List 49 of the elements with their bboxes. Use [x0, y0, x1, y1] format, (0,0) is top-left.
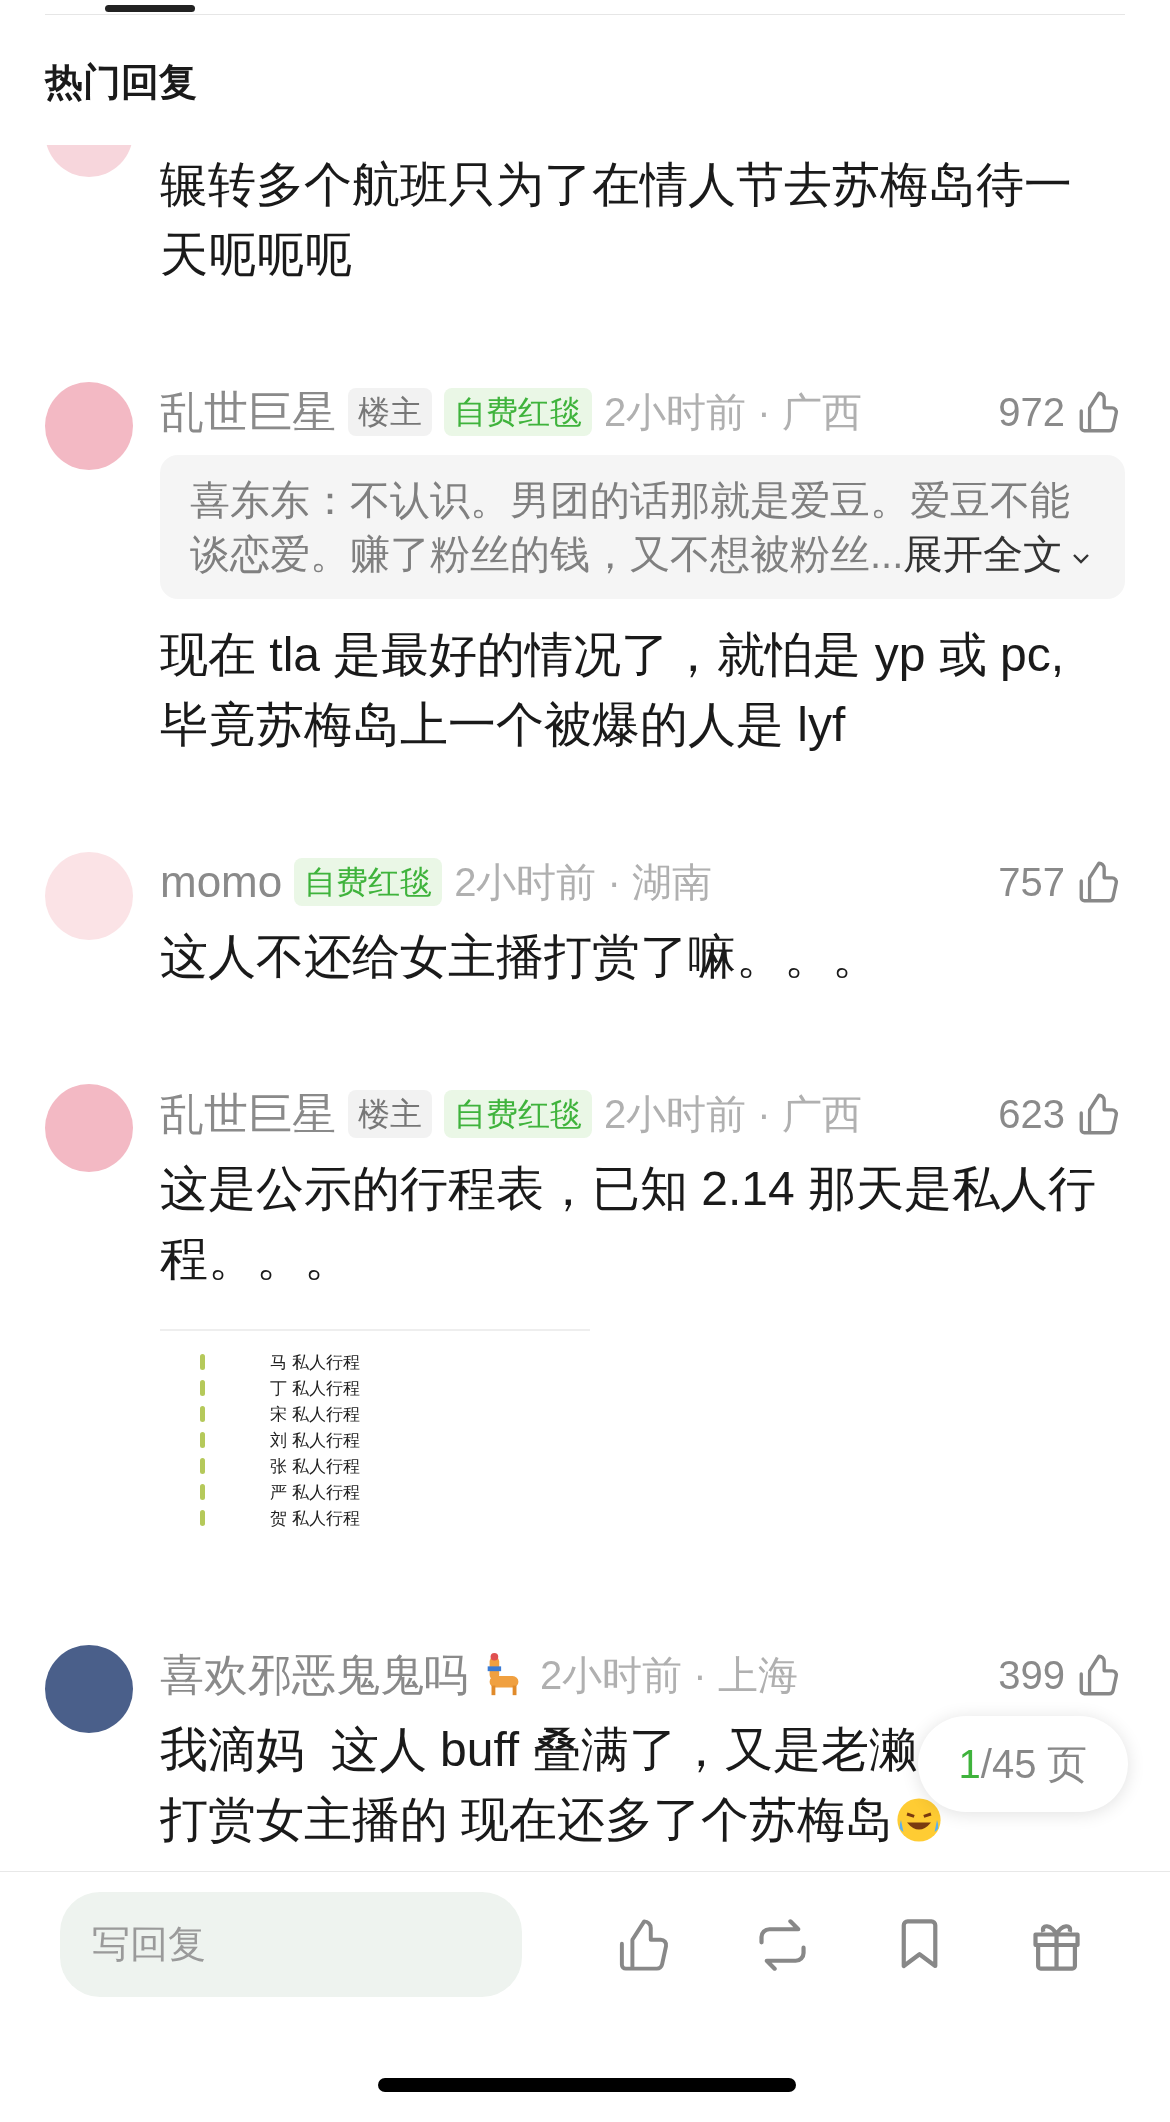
page-indicator[interactable]: 1/45 页 [918, 1716, 1128, 1812]
schedule-marker [200, 1432, 205, 1448]
comment-text: 辗转多个航班只为了在情人节去苏梅岛待一 [160, 157, 1072, 213]
username[interactable]: 乱世巨星 [160, 1084, 336, 1144]
schedule-marker [200, 1484, 205, 1500]
comment-text: 这人不还给女主播打赏了嘛。。。 [160, 929, 880, 985]
schedule-entry: 马 私人行程 [270, 1351, 360, 1374]
schedule-marker [200, 1406, 205, 1422]
comment-text: 程。。。 [160, 1231, 352, 1287]
schedule-marker [200, 1510, 205, 1526]
badge: 自费红毯 [294, 858, 443, 906]
time-location: 2小时前 · 广西 [604, 388, 862, 436]
time-location: 2小时前 · 上海 [540, 1651, 798, 1699]
time-location: 2小时前 · 湖南 [454, 858, 713, 906]
page-total: /45 页 [980, 1740, 1088, 1788]
like-count: 972 [998, 389, 1065, 435]
expand-link[interactable]: 展开全文 [903, 532, 1094, 576]
avatar[interactable] [45, 1645, 133, 1733]
comment-text: 毕竟苏梅岛上一个被爆的人是 lyf [160, 697, 846, 753]
username[interactable]: 乱世巨星 [160, 382, 336, 442]
quoted-text: 喜东东：不认识。男团的话那就是爱豆。爱豆不能谈恋爱。赚了粉丝的钱，又不想被粉丝...展开全文 [190, 473, 1100, 581]
like-count: 757 [998, 859, 1065, 905]
badge: 自费红毯 [444, 1090, 592, 1138]
comment-text: 天呃呃呃 [160, 227, 352, 283]
schedule-entry: 贺 私人行程 [270, 1507, 360, 1530]
comment-text: 这是公示的行程表，已知 2.14 那天是私人行 [160, 1161, 1097, 1217]
schedule-marker [200, 1354, 205, 1370]
current-page: 1 [958, 1741, 981, 1787]
comment-text: 我滴妈 这人 buff 叠满了，又是老濑 [160, 1722, 917, 1778]
schedule-marker [200, 1380, 205, 1396]
badge: 自费红毯 [444, 388, 592, 436]
comment-text: 现在 tla 是最好的情况了，就怕是 yp 或 pc, [160, 627, 1065, 683]
author-tag: 楼主 [348, 1090, 432, 1138]
schedule-entry: 张 私人行程 [270, 1455, 360, 1478]
author-tag: 楼主 [348, 388, 432, 436]
schedule-screenshot[interactable]: 马 私人行程 丁 私人行程 宋 私人行程 刘 私人行程 张 私人行程 严 私人行程 贺 私人行程 [160, 1329, 590, 1551]
like-count: 399 [998, 1652, 1065, 1698]
time-location: 2小时前 · 广西 [604, 1090, 862, 1138]
comment-text: 打赏女主播的 现在还多了个苏梅岛 [160, 1792, 894, 1848]
username[interactable]: momo [160, 857, 283, 907]
username[interactable]: 喜欢邪恶鬼鬼吗 [160, 1645, 468, 1705]
schedule-entry: 严 私人行程 [270, 1481, 360, 1504]
schedule-entry: 宋 私人行程 [270, 1403, 360, 1426]
like-count: 623 [998, 1091, 1065, 1137]
schedule-entry: 刘 私人行程 [270, 1429, 360, 1452]
schedule-marker [200, 1458, 205, 1474]
schedule-entry: 丁 私人行程 [270, 1377, 360, 1400]
reply-input[interactable]: 写回复 [60, 1892, 522, 1997]
section-title: 热门回复 [45, 60, 198, 104]
